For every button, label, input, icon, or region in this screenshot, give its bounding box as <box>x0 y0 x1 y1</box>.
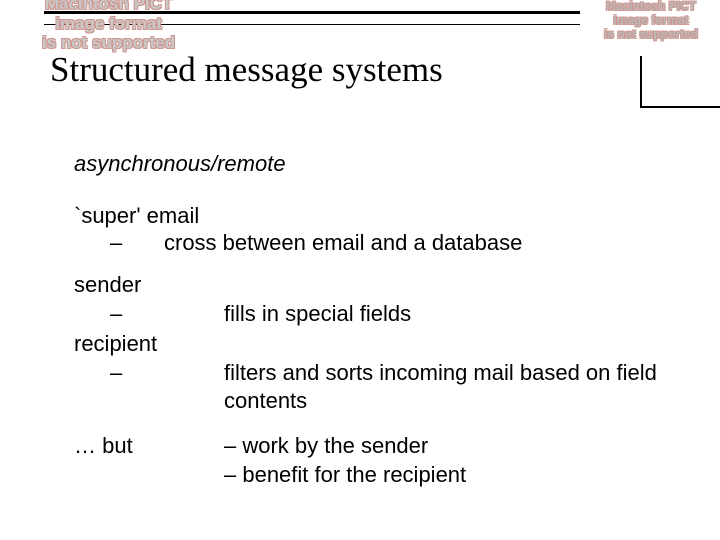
but-line-2: – benefit for the recipient <box>224 461 690 490</box>
pict-badge-top-right: Macintosh PICT image format is not suppo… <box>604 0 698 41</box>
bullet-dash: – <box>74 300 204 328</box>
badge-line: image format <box>42 14 175 34</box>
pict-badge-top-left: Macintosh PICT image format is not suppo… <box>42 0 175 53</box>
badge-line: is not supported <box>604 28 698 42</box>
badge-line: Macintosh PICT <box>604 0 698 14</box>
slide-title: Structured message systems <box>50 50 443 90</box>
sender-text: fills in special fields <box>224 300 690 328</box>
sender-label: sender <box>74 271 204 299</box>
badge-line: Macintosh PICT <box>42 0 175 14</box>
slide-body: asynchronous/remote `super' email – cros… <box>74 150 690 489</box>
but-label: … but <box>74 432 204 460</box>
super-email-text: cross between email and a database <box>150 229 690 257</box>
but-block: … but – work by the sender – benefit for… <box>74 432 690 489</box>
recipient-label: recipient <box>74 330 204 358</box>
slide: Macintosh PICT image format is not suppo… <box>0 0 720 540</box>
badge-line: image format <box>604 14 698 28</box>
corner-box <box>640 56 720 108</box>
bullet-dash: – <box>74 359 204 387</box>
sender-recipient-block: sender – fills in special fields recipie… <box>74 271 690 415</box>
bullet-dash: – <box>74 229 150 257</box>
recipient-text: filters and sorts incoming mail based on… <box>224 359 690 414</box>
super-email-label: `super' email <box>74 202 690 230</box>
subtitle: asynchronous/remote <box>74 150 690 178</box>
but-line-1: – work by the sender <box>224 432 690 461</box>
super-email-group: `super' email – cross between email and … <box>74 202 690 257</box>
